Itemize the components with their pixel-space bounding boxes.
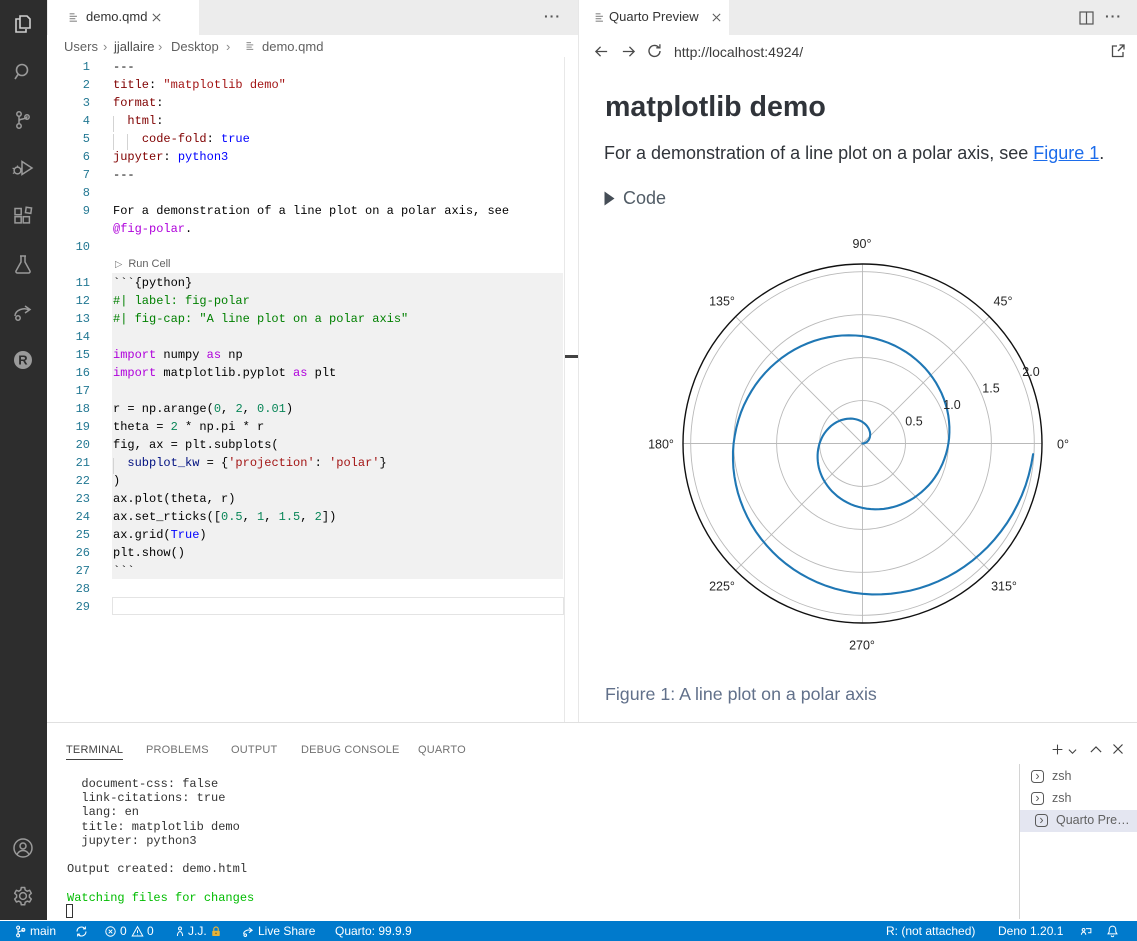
svg-text:315°: 315°: [991, 579, 1017, 593]
svg-text:1.5: 1.5: [982, 381, 999, 395]
svg-text:0°: 0°: [1057, 437, 1069, 451]
svg-text:180°: 180°: [648, 437, 674, 451]
svg-text:45°: 45°: [994, 294, 1013, 308]
svg-text:270°: 270°: [849, 638, 875, 652]
svg-text:R: R: [18, 353, 28, 368]
svg-text:0.5: 0.5: [905, 414, 922, 428]
svg-text:225°: 225°: [709, 579, 735, 593]
svg-text:1.0: 1.0: [943, 398, 960, 412]
svg-text:135°: 135°: [709, 294, 735, 308]
svg-text:2.0: 2.0: [1022, 365, 1039, 379]
svg-text:90°: 90°: [853, 237, 872, 251]
